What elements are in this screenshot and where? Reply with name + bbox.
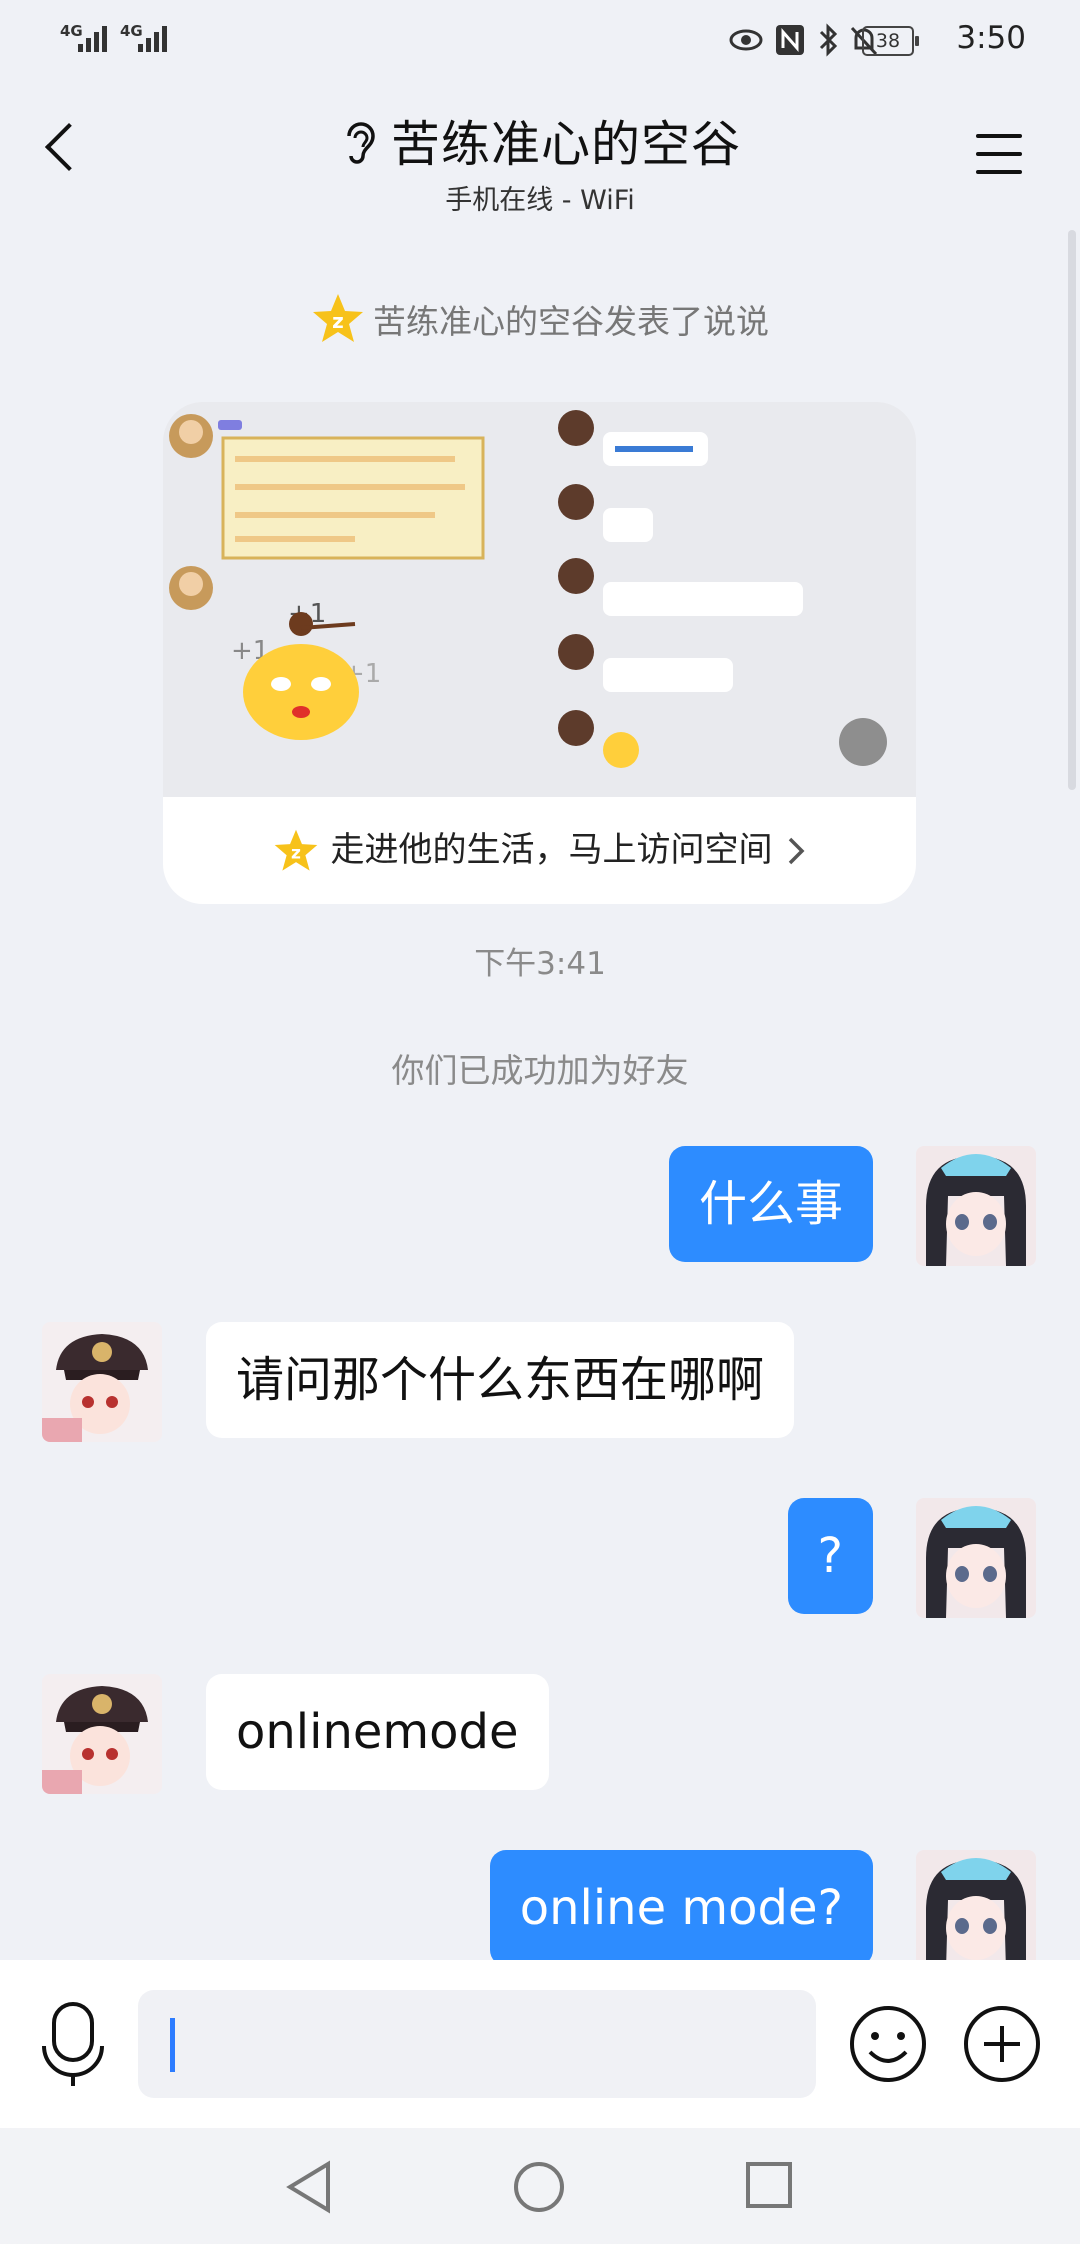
my-avatar[interactable] bbox=[916, 1498, 1036, 1618]
message-bubble-received[interactable]: 请问那个什么东西在哪啊 bbox=[206, 1322, 795, 1438]
add-icon[interactable] bbox=[962, 2004, 1042, 2084]
ear-icon[interactable] bbox=[339, 116, 379, 166]
online-status: 手机在线 - WiFi bbox=[445, 185, 635, 216]
visit-qzone-link[interactable]: z 走进他的生活，马上访问空间 bbox=[163, 797, 916, 904]
message-bubble-sent[interactable]: ? bbox=[787, 1498, 873, 1614]
back-icon[interactable] bbox=[44, 122, 94, 172]
status-bar: 4G 4G 38 3:50 bbox=[0, 0, 1080, 80]
input-bar bbox=[0, 1960, 1080, 2128]
battery-indicator: 38 bbox=[862, 26, 919, 56]
message-input[interactable] bbox=[138, 1990, 816, 2098]
chevron-right-icon bbox=[788, 837, 804, 864]
chat-title: 苦练准心的空谷 bbox=[390, 116, 741, 173]
qzone-post-card[interactable]: +1 +1 +1 z 走进他 bbox=[163, 402, 916, 904]
eye-icon bbox=[729, 29, 763, 51]
emoji-icon[interactable] bbox=[848, 2004, 928, 2084]
qzone-notice: z 苦练准心的空谷发表了说说 bbox=[0, 292, 1080, 354]
post-image[interactable]: +1 +1 +1 bbox=[163, 402, 916, 797]
svg-text:z: z bbox=[291, 843, 301, 863]
nav-recents-icon[interactable] bbox=[744, 2160, 794, 2210]
contact-avatar[interactable] bbox=[42, 1674, 162, 1794]
menu-icon[interactable] bbox=[976, 134, 1022, 188]
message-bubble-sent[interactable]: online mode? bbox=[489, 1850, 873, 1966]
qzone-star-icon: z bbox=[274, 829, 317, 871]
microphone-icon[interactable] bbox=[40, 2000, 106, 2088]
contact-avatar[interactable] bbox=[42, 1322, 162, 1442]
text-cursor bbox=[170, 2018, 175, 2072]
qzone-star-icon: z bbox=[313, 294, 363, 342]
signal-icon-1 bbox=[78, 22, 107, 52]
friend-added-notice: 你们已成功加为好友 bbox=[391, 1051, 689, 1090]
system-nav-bar bbox=[0, 2128, 1080, 2244]
nav-back-icon[interactable] bbox=[284, 2160, 334, 2214]
timestamp: 下午3:41 bbox=[474, 946, 606, 982]
signal-icon-2 bbox=[138, 22, 167, 52]
visit-qzone-text: 走进他的生活，马上访问空间 bbox=[330, 830, 773, 870]
message-bubble-sent[interactable]: 什么事 bbox=[668, 1146, 873, 1262]
bluetooth-icon bbox=[819, 23, 838, 57]
nfc-icon bbox=[776, 25, 804, 55]
my-avatar[interactable] bbox=[916, 1850, 1036, 1970]
message-bubble-received[interactable]: onlinemode bbox=[206, 1674, 549, 1790]
my-avatar[interactable] bbox=[916, 1146, 1036, 1266]
chat-header: 苦练准心的空谷 手机在线 - WiFi bbox=[240, 105, 840, 217]
svg-text:z: z bbox=[332, 309, 344, 333]
qzone-notice-text: 苦练准心的空谷发表了说说 bbox=[373, 302, 769, 341]
nav-home-icon[interactable] bbox=[512, 2160, 566, 2214]
status-time: 3:50 bbox=[956, 20, 1026, 56]
